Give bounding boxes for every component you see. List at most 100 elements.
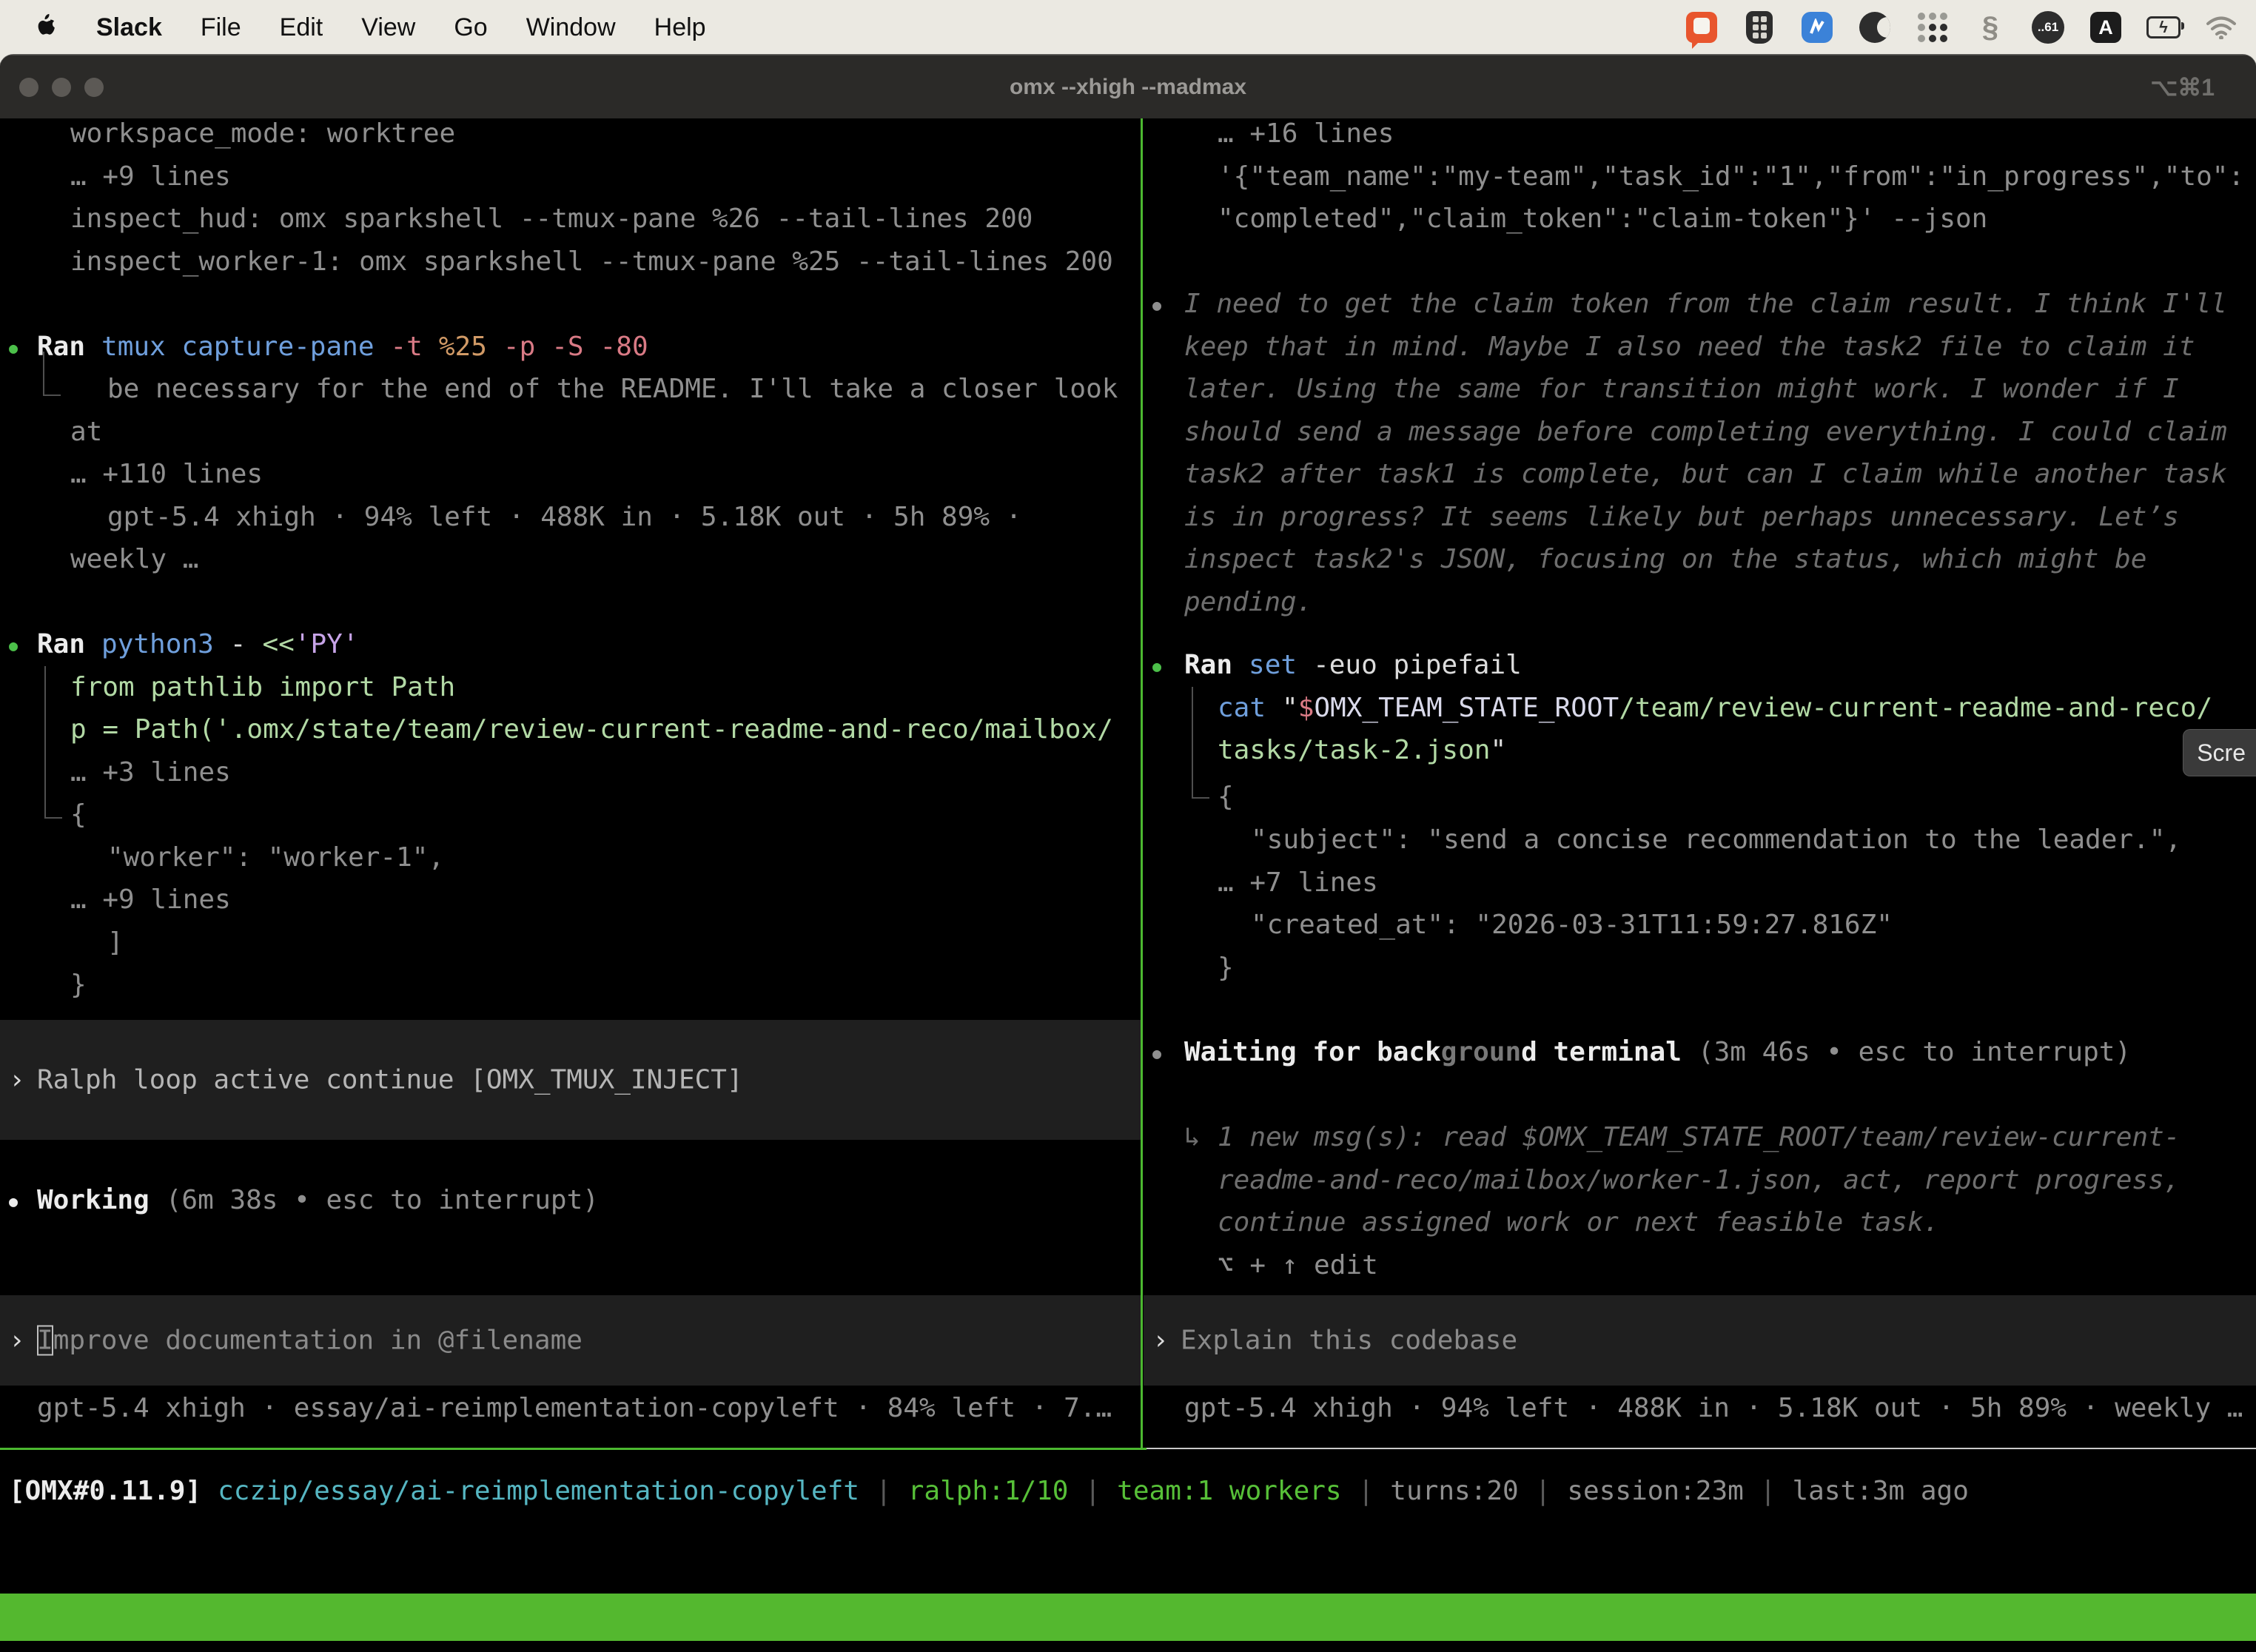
screen-share-overlay: Scre	[2183, 729, 2256, 776]
output-line: inspect_worker-1: omx sparkshell --tmux-…	[70, 241, 1113, 283]
terminal-content: workspace_mode: worktree … +9 lines insp…	[0, 118, 2256, 1652]
session-time: session:23m	[1567, 1476, 1743, 1506]
json-line: "worker": "worker-1",	[107, 836, 444, 879]
menu-window[interactable]: Window	[526, 13, 616, 42]
thinking-bullet-icon: ●	[1152, 283, 1184, 326]
menu-edit[interactable]: Edit	[280, 13, 323, 42]
password-shield-icon[interactable]	[1742, 10, 1776, 44]
output-line: weekly …	[70, 538, 198, 581]
thinking-line: task2 after task1 is complete, but can I…	[1184, 453, 2227, 496]
ran-bullet-icon: ●	[1152, 645, 1184, 688]
code-line: p = Path('.omx/state/team/review-current…	[70, 708, 1113, 751]
ran-bullet-icon: ●	[9, 624, 37, 667]
json-line: }	[1218, 947, 1234, 990]
menu-go[interactable]: Go	[454, 13, 487, 42]
model-status-line: gpt-5.4 xhigh · essay/ai-reimplementatio…	[37, 1387, 1112, 1430]
ralph-loop-text: Ralph loop active continue [OMX_TMUX_INJ…	[37, 1065, 743, 1095]
output-connector	[44, 666, 62, 819]
active-app-name[interactable]: Slack	[96, 13, 162, 42]
screen: Slack File Edit View Go Window Help § ..…	[0, 0, 2256, 1652]
return-arrow-icon: ↳	[1184, 1116, 1218, 1159]
json-line: {	[1218, 776, 1234, 819]
thinking-line: inspect task2's JSON, focusing on the st…	[1184, 538, 2146, 581]
chat-app-icon[interactable]	[1685, 10, 1719, 44]
window-shortcut-hint: ⌥⌘1	[2150, 56, 2215, 119]
ran-command-line: ●Ranset-euo pipefail	[1152, 644, 1522, 687]
tmux-session-name: [omx-cczip0:bash*	[9, 1641, 281, 1652]
truncation-line: … +3 lines	[70, 751, 231, 794]
macos-menu-bar: Slack File Edit View Go Window Help § ..…	[0, 0, 2256, 55]
prompt-chevron-icon: ›	[9, 1326, 37, 1356]
team-workers: team:1 workers	[1117, 1476, 1341, 1506]
terminal-window: omx --xhigh --madmax ⌥⌘1 workspace_mode:…	[0, 55, 2256, 1652]
thinking-line: should send a message before completing …	[1184, 411, 2227, 454]
prompt-placeholder: Explain this codebase	[1181, 1326, 1517, 1356]
waiting-bullet-icon: ●	[1152, 1032, 1184, 1075]
prompt-placeholder: mprove documentation in @filename	[53, 1326, 583, 1356]
omx-version: [OMX#0.11.9]	[9, 1476, 201, 1506]
tmux-pane-divider	[1141, 118, 1143, 1449]
command-line: tasks/task-2.json"	[1218, 729, 1506, 772]
json-line: }	[70, 964, 87, 1007]
truncation-line: … +9 lines	[70, 879, 231, 921]
count-badge-icon[interactable]: ..61	[2031, 10, 2065, 44]
thinking-line: keep that in mind. Maybe I also need the…	[1184, 326, 2195, 369]
thinking-line: pending.	[1184, 581, 1312, 624]
turns-counter: turns:20	[1390, 1476, 1518, 1506]
truncation-line: … +9 lines	[70, 155, 231, 198]
input-source-icon[interactable]: §	[1973, 10, 2007, 44]
truncation-line: … +16 lines	[1218, 113, 1394, 155]
output-line: workspace_mode: worktree	[70, 113, 455, 155]
keyboard-a-icon[interactable]: A	[2089, 10, 2123, 44]
code-line: from pathlib import Path	[70, 666, 455, 709]
thinking-line: ●I need to get the claim token from the …	[1152, 283, 2227, 326]
inactive-pane-border	[1147, 1448, 2256, 1449]
tmux-pane-right[interactable]: … +16 lines '{"team_name":"my-team","tas…	[1144, 118, 2256, 1449]
sync-app-icon[interactable]	[1800, 10, 1834, 44]
working-bullet-icon: ●	[9, 1180, 37, 1223]
active-pane-border	[0, 1448, 1147, 1450]
ralph-counter: ralph:1/10	[908, 1476, 1069, 1506]
prompt-chevron-icon: ›	[1152, 1326, 1181, 1356]
output-line: '{"team_name":"my-team","task_id":"1","f…	[1218, 155, 2244, 198]
prompt-input-right[interactable]: ›Explain this codebase	[1144, 1295, 2256, 1386]
command-line: cat"$OMX_TEAM_STATE_ROOT/team/review-cur…	[1218, 687, 2212, 730]
output-connector	[43, 352, 61, 396]
truncation-line: … +7 lines	[1218, 862, 1378, 904]
menu-file[interactable]: File	[201, 13, 241, 42]
output-line: "completed","claim_token":"claim-token"}…	[1218, 198, 1987, 241]
last-activity: last:3m ago	[1792, 1476, 1968, 1506]
contrast-app-icon[interactable]	[1858, 10, 1892, 44]
battery-icon[interactable]: ϟ	[2146, 10, 2181, 44]
window-title-bar[interactable]: omx --xhigh --madmax ⌥⌘1	[0, 55, 2256, 119]
waiting-status-line: ●Waiting for background terminal(3m 46s …	[1152, 1031, 2131, 1074]
menu-help[interactable]: Help	[654, 13, 706, 42]
thinking-line: later. Using the same for transition mig…	[1184, 368, 2179, 411]
dots-grid-icon[interactable]	[1916, 10, 1950, 44]
output-line: at	[70, 411, 102, 454]
mailbox-message-line: continue assigned work or next feasible …	[1218, 1201, 1939, 1244]
edit-shortcut-hint: ⌥ + ↑ edit	[1218, 1244, 1378, 1287]
output-line: be necessary for the end of the README. …	[107, 368, 1118, 411]
output-line: inspect_hud: omx sparkshell --tmux-pane …	[70, 198, 1033, 241]
text-cursor: I	[37, 1326, 53, 1356]
apple-menu-icon[interactable]	[33, 13, 58, 42]
menu-view[interactable]: View	[361, 13, 415, 42]
ran-command-line: ●Rantmux capture-pane-t%25-p-S-80	[9, 326, 648, 369]
model-status-line: gpt-5.4 xhigh · 94% left · 488K in · 5.1…	[1184, 1387, 2243, 1430]
window-title: omx --xhigh --madmax	[0, 56, 2256, 119]
output-connector	[1192, 687, 1209, 799]
count-badge-text: ..61	[2032, 11, 2064, 44]
mailbox-message-line: ↳1 new msg(s): read $OMX_TEAM_STATE_ROOT…	[1184, 1116, 2180, 1159]
omx-status-bar: [OMX#0.11.9]cczip/essay/ai-reimplementat…	[9, 1470, 1985, 1513]
thinking-line: is in progress? It seems likely but perh…	[1184, 496, 2179, 539]
wifi-icon[interactable]	[2204, 10, 2238, 44]
tmux-pane-left[interactable]: workspace_mode: worktree … +9 lines insp…	[0, 118, 1141, 1449]
ralph-loop-banner: ›Ralph loop active continue [OMX_TMUX_IN…	[0, 1020, 1141, 1140]
json-line: "subject": "send a concise recommendatio…	[1251, 819, 2181, 862]
letter-badge-text: A	[2090, 12, 2121, 43]
mailbox-message-line: readme-and-reco/mailbox/worker-1.json, a…	[1218, 1159, 2180, 1202]
output-line: gpt-5.4 xhigh · 94% left · 488K in · 5.1…	[107, 496, 1021, 539]
prompt-input-left[interactable]: ›Improve documentation in @filename	[0, 1295, 1141, 1386]
working-status-line: ●Working(6m 38s • esc to interrupt)	[9, 1179, 599, 1222]
